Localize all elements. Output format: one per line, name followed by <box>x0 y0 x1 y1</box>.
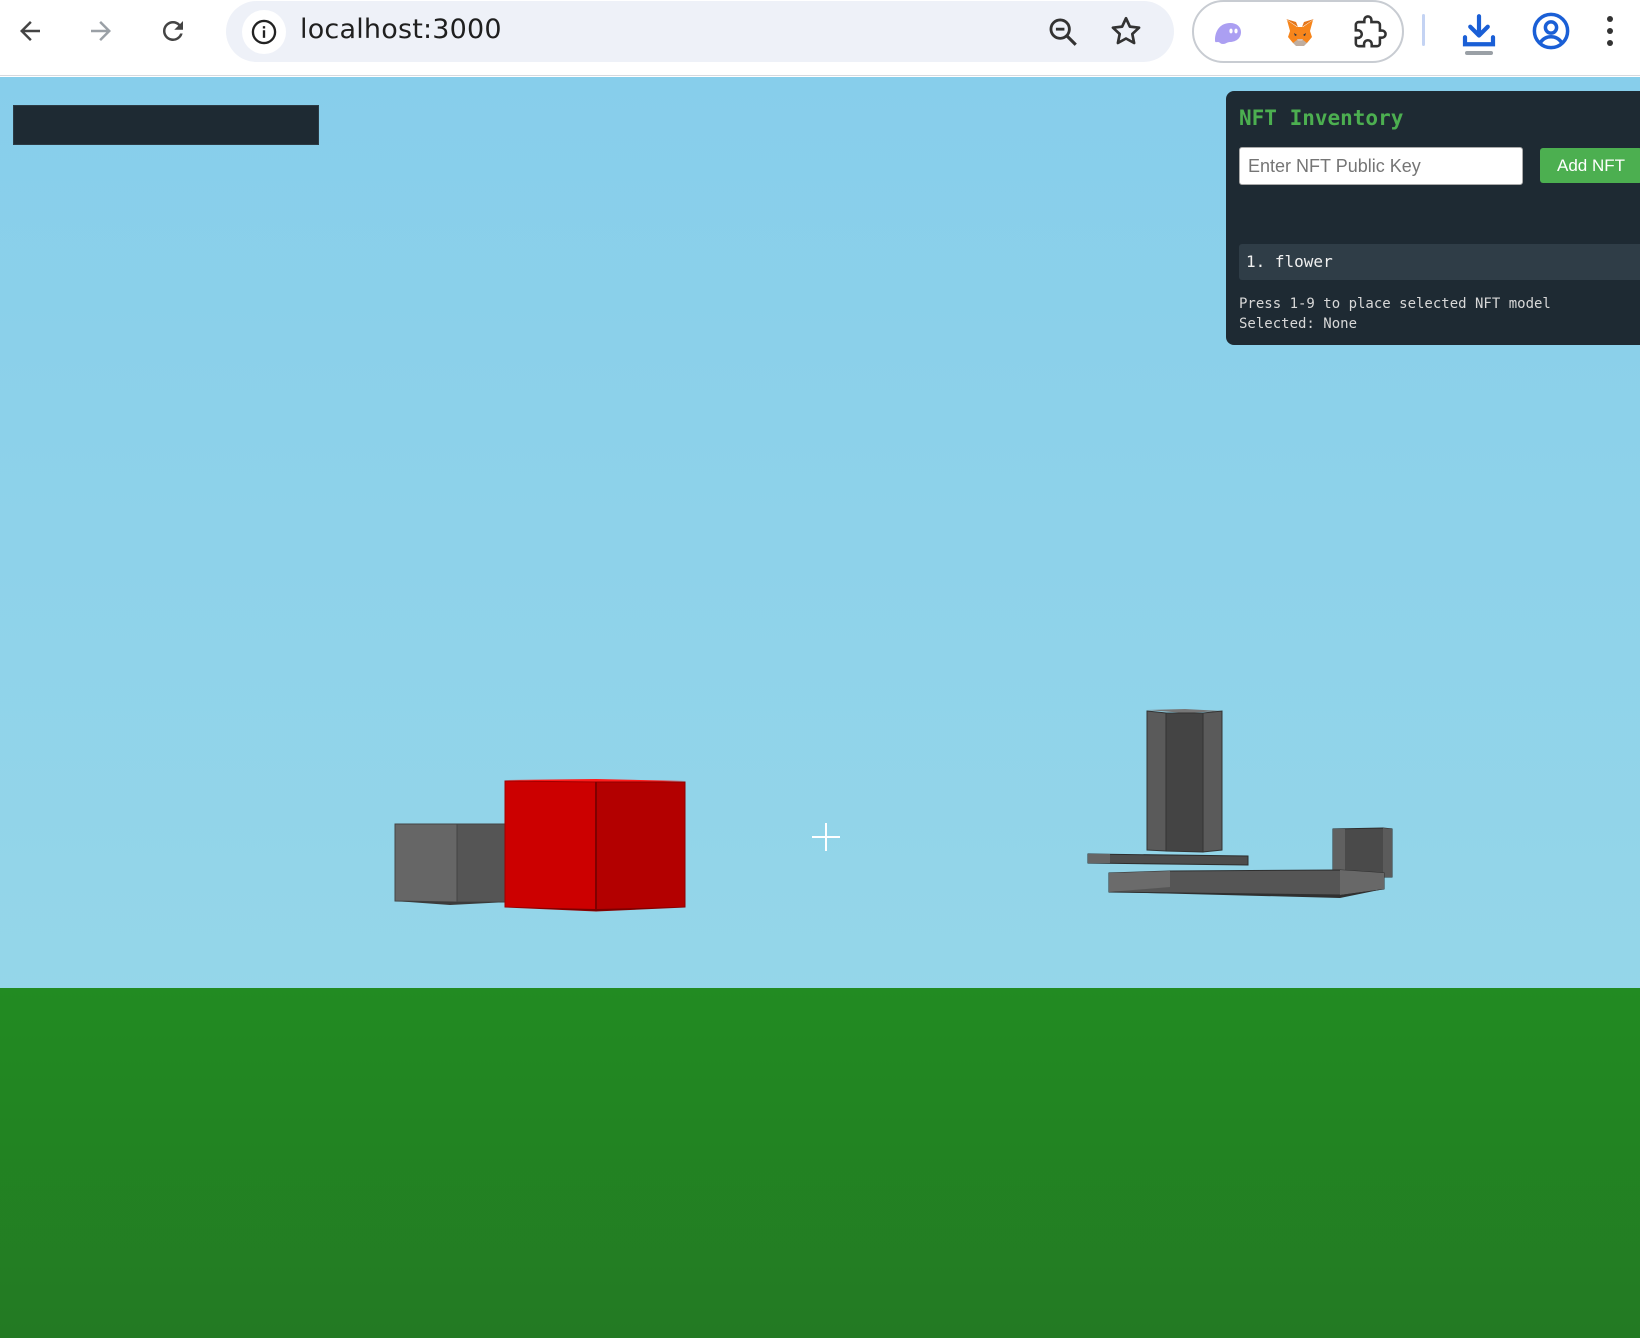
metamask-extension-button[interactable] <box>1280 12 1320 52</box>
place-instructions-text: Press 1-9 to place selected NFT model <box>1239 296 1551 312</box>
zoom-out-icon[interactable] <box>1046 15 1080 49</box>
gray-base-plank <box>1108 869 1385 898</box>
site-info-button[interactable] <box>242 10 286 54</box>
nft-panel-title: NFT Inventory <box>1239 106 1404 130</box>
toolbar-separator <box>1422 14 1425 46</box>
info-icon <box>251 19 277 45</box>
reload-icon <box>162 20 183 41</box>
account-circle-icon[interactable] <box>1530 10 1572 52</box>
reload-button[interactable] <box>152 10 194 52</box>
forward-button[interactable] <box>80 10 122 52</box>
forward-arrow-icon <box>91 21 111 41</box>
back-arrow-icon <box>20 21 40 41</box>
crosshair-icon <box>810 821 842 853</box>
add-nft-button[interactable]: Add NFT <box>1540 148 1640 183</box>
nft-list-item[interactable]: 1. flower <box>1239 244 1640 280</box>
download-icon[interactable] <box>1458 8 1500 56</box>
nft-instructions: Press 1-9 to place selected NFT model Se… <box>1239 294 1551 334</box>
phantom-ghost-icon <box>1215 23 1241 44</box>
selected-status-text: Selected: None <box>1239 316 1358 332</box>
gray-block <box>394 823 509 905</box>
download-progress-indicator <box>1465 51 1493 55</box>
extensions-button[interactable] <box>1350 12 1390 52</box>
back-button[interactable] <box>9 10 51 52</box>
browser-toolbar: localhost:3000 <box>0 0 1640 76</box>
phantom-extension-button[interactable] <box>1208 12 1248 52</box>
red-cube <box>504 779 686 912</box>
url-text[interactable]: localhost:3000 <box>300 14 502 45</box>
nft-inventory-panel: NFT Inventory Add NFT 1. flower Press 1-… <box>1226 91 1640 345</box>
game-canvas[interactable]: NFT Inventory Add NFT 1. flower Press 1-… <box>0 77 1640 1338</box>
nft-public-key-input[interactable] <box>1239 147 1523 185</box>
star-icon[interactable] <box>1108 13 1144 49</box>
address-bar[interactable]: localhost:3000 <box>226 1 1174 62</box>
gray-slab <box>1087 853 1249 866</box>
gray-pillar <box>1146 709 1223 853</box>
ground-plane <box>0 988 1640 1338</box>
kebab-menu-icon[interactable] <box>1598 10 1622 52</box>
metamask-fox-icon <box>1286 19 1314 46</box>
extensions-group <box>1192 0 1404 63</box>
hud-status-bar <box>13 105 319 145</box>
puzzle-piece-icon <box>1354 15 1387 48</box>
